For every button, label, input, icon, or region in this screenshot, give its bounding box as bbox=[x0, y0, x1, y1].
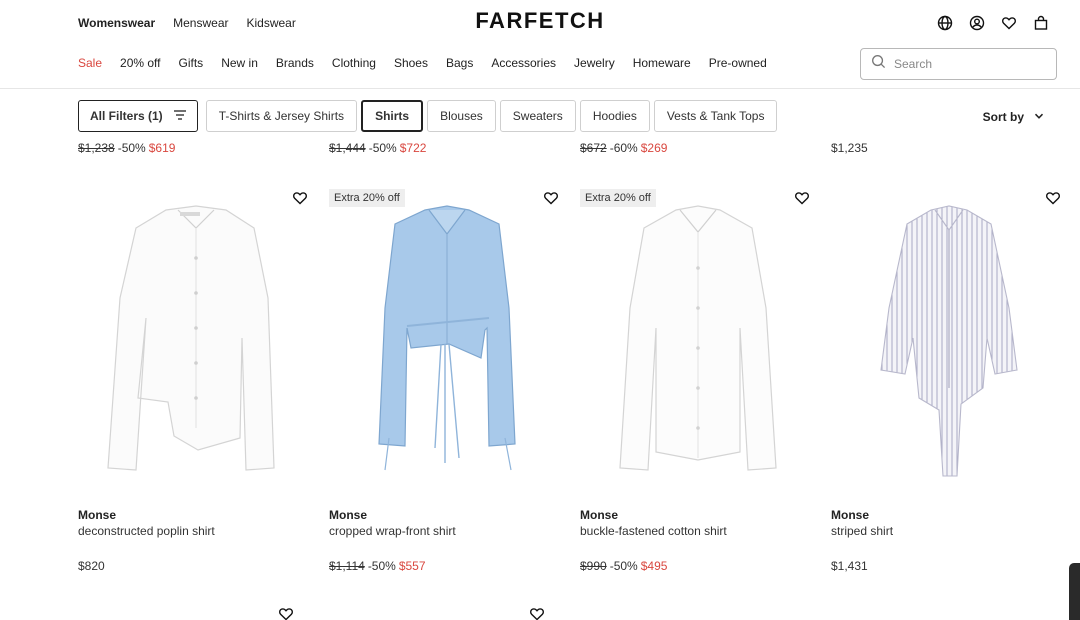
product-brand[interactable]: Monse bbox=[78, 508, 116, 522]
filter-chip-shirts[interactable]: Shirts bbox=[361, 100, 424, 132]
product-name[interactable]: striped shirt bbox=[831, 524, 893, 538]
nav-shoes[interactable]: Shoes bbox=[394, 56, 428, 70]
original-price: $1,444 bbox=[329, 141, 366, 155]
filter-chip-hoodies[interactable]: Hoodies bbox=[579, 100, 650, 132]
filter-chip-sweaters[interactable]: Sweaters bbox=[499, 100, 576, 132]
product-name[interactable]: deconstructed poplin shirt bbox=[78, 524, 215, 538]
product-price: $990 -50% $495 bbox=[580, 559, 667, 573]
wishlist-heart-icon[interactable] bbox=[278, 606, 296, 620]
product-image[interactable] bbox=[580, 188, 816, 478]
product-brand[interactable]: Monse bbox=[329, 508, 367, 522]
nav-sale[interactable]: Sale bbox=[78, 56, 102, 70]
discount-label: -50% bbox=[367, 559, 396, 573]
wishlist-heart-icon[interactable] bbox=[1045, 190, 1063, 208]
bag-icon[interactable] bbox=[1032, 14, 1050, 32]
regular-price: $1,431 bbox=[831, 559, 868, 573]
wishlist-icon[interactable] bbox=[1000, 14, 1018, 32]
header-divider bbox=[0, 88, 1080, 89]
search-box[interactable] bbox=[860, 48, 1057, 80]
account-icon[interactable] bbox=[968, 14, 986, 32]
sale-price: $619 bbox=[148, 141, 176, 155]
discount-label: -50% bbox=[368, 141, 397, 155]
product-card[interactable]: Monse striped shirt $1,431 bbox=[831, 180, 1067, 580]
nav-20-off[interactable]: 20% off bbox=[120, 56, 160, 70]
all-filters-button[interactable]: All Filters (1) bbox=[78, 100, 198, 132]
wishlist-heart-icon[interactable] bbox=[292, 190, 310, 208]
header: Womenswear Menswear Kidswear FARFETCH bbox=[0, 0, 1080, 46]
product-card[interactable]: Monse deconstructed poplin shirt $820 bbox=[78, 180, 314, 580]
product-brand[interactable]: Monse bbox=[580, 508, 618, 522]
product-brand[interactable]: Monse bbox=[831, 508, 869, 522]
wishlist-heart-icon[interactable] bbox=[543, 190, 561, 208]
nav-homeware[interactable]: Homeware bbox=[633, 56, 691, 70]
product-price: $1,431 bbox=[831, 559, 868, 573]
original-price: $1,114 bbox=[329, 559, 365, 573]
price: $1,238 -50% $619 bbox=[78, 141, 175, 155]
wishlist-heart-icon[interactable] bbox=[529, 606, 547, 620]
chevron-down-icon bbox=[1034, 110, 1044, 124]
sort-label: Sort by bbox=[982, 110, 1024, 124]
scrollbar-thumb[interactable] bbox=[1069, 563, 1080, 620]
product-name[interactable]: cropped wrap-front shirt bbox=[329, 524, 456, 538]
product-image[interactable] bbox=[78, 188, 314, 478]
original-price: $672 bbox=[580, 141, 607, 155]
nav-clothing[interactable]: Clothing bbox=[332, 56, 376, 70]
sale-price: $269 bbox=[640, 141, 668, 155]
all-filters-label: All Filters (1) bbox=[90, 109, 163, 123]
filter-icon bbox=[173, 108, 187, 125]
product-image[interactable] bbox=[329, 188, 565, 478]
nav-gifts[interactable]: Gifts bbox=[179, 56, 204, 70]
globe-icon[interactable] bbox=[936, 14, 954, 32]
category-nav: Sale 20% off Gifts New in Brands Clothin… bbox=[78, 56, 767, 70]
wishlist-heart-icon[interactable] bbox=[794, 190, 812, 208]
price: $672 -60% $269 bbox=[580, 141, 667, 155]
filter-bar: All Filters (1) T-Shirts & Jersey Shirts… bbox=[78, 100, 778, 132]
nav-brands[interactable]: Brands bbox=[276, 56, 314, 70]
product-price: $820 bbox=[78, 559, 105, 573]
filter-chip-vests[interactable]: Vests & Tank Tops bbox=[653, 100, 778, 132]
nav-accessories[interactable]: Accessories bbox=[491, 56, 556, 70]
sale-price: $557 bbox=[398, 559, 426, 573]
product-card[interactable]: Extra 20% off Monse cropped wrap-front s… bbox=[329, 180, 565, 580]
discount-label: -50% bbox=[117, 141, 146, 155]
nav-jewelry[interactable]: Jewelry bbox=[574, 56, 615, 70]
discount-label: -60% bbox=[609, 141, 638, 155]
sale-price: $495 bbox=[640, 559, 668, 573]
sort-button[interactable]: Sort by bbox=[983, 110, 1044, 124]
regular-price: $820 bbox=[78, 559, 105, 573]
promo-badge: Extra 20% off bbox=[580, 189, 656, 207]
nav-bags[interactable]: Bags bbox=[446, 56, 473, 70]
original-price: $1,238 bbox=[78, 141, 115, 155]
product-price: $1,114 -50% $557 bbox=[329, 559, 426, 573]
nav-pre-owned[interactable]: Pre-owned bbox=[709, 56, 767, 70]
search-icon bbox=[871, 54, 886, 74]
filter-chip-tshirts[interactable]: T-Shirts & Jersey Shirts bbox=[205, 100, 358, 132]
price: $1,235 bbox=[831, 141, 868, 155]
nav-new-in[interactable]: New in bbox=[221, 56, 258, 70]
sale-price: $722 bbox=[399, 141, 427, 155]
regular-price: $1,235 bbox=[831, 141, 868, 155]
product-name[interactable]: buckle-fastened cotton shirt bbox=[580, 524, 727, 538]
search-input[interactable] bbox=[894, 57, 1044, 71]
product-card[interactable]: Extra 20% off Monse buckle-fastened cott… bbox=[580, 180, 816, 580]
price: $1,444 -50% $722 bbox=[329, 141, 426, 155]
discount-label: -50% bbox=[609, 559, 638, 573]
logo[interactable]: FARFETCH bbox=[0, 8, 1080, 34]
filter-chip-blouses[interactable]: Blouses bbox=[427, 100, 496, 132]
product-image[interactable] bbox=[831, 188, 1067, 478]
promo-badge: Extra 20% off bbox=[329, 189, 405, 207]
original-price: $990 bbox=[580, 559, 607, 573]
header-icons bbox=[936, 14, 1050, 32]
